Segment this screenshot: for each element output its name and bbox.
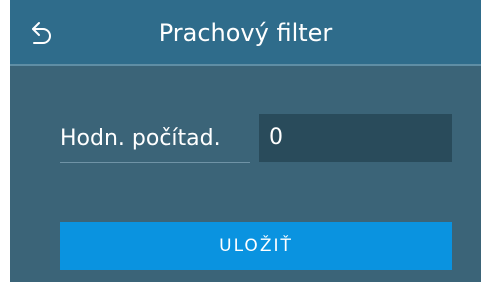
counter-value-field[interactable]: 0 [259, 114, 452, 162]
counter-label: Hodn. počítad. [60, 126, 221, 151]
back-button[interactable] [24, 14, 60, 54]
screen: Prachový filter Hodn. počítad. 0 ULOŽIŤ [10, 0, 481, 282]
header-bar: Prachový filter [10, 0, 481, 66]
divider [60, 162, 250, 163]
page-title: Prachový filter [158, 19, 333, 47]
back-arrow-icon [30, 20, 54, 48]
save-button[interactable]: ULOŽIŤ [60, 222, 452, 270]
